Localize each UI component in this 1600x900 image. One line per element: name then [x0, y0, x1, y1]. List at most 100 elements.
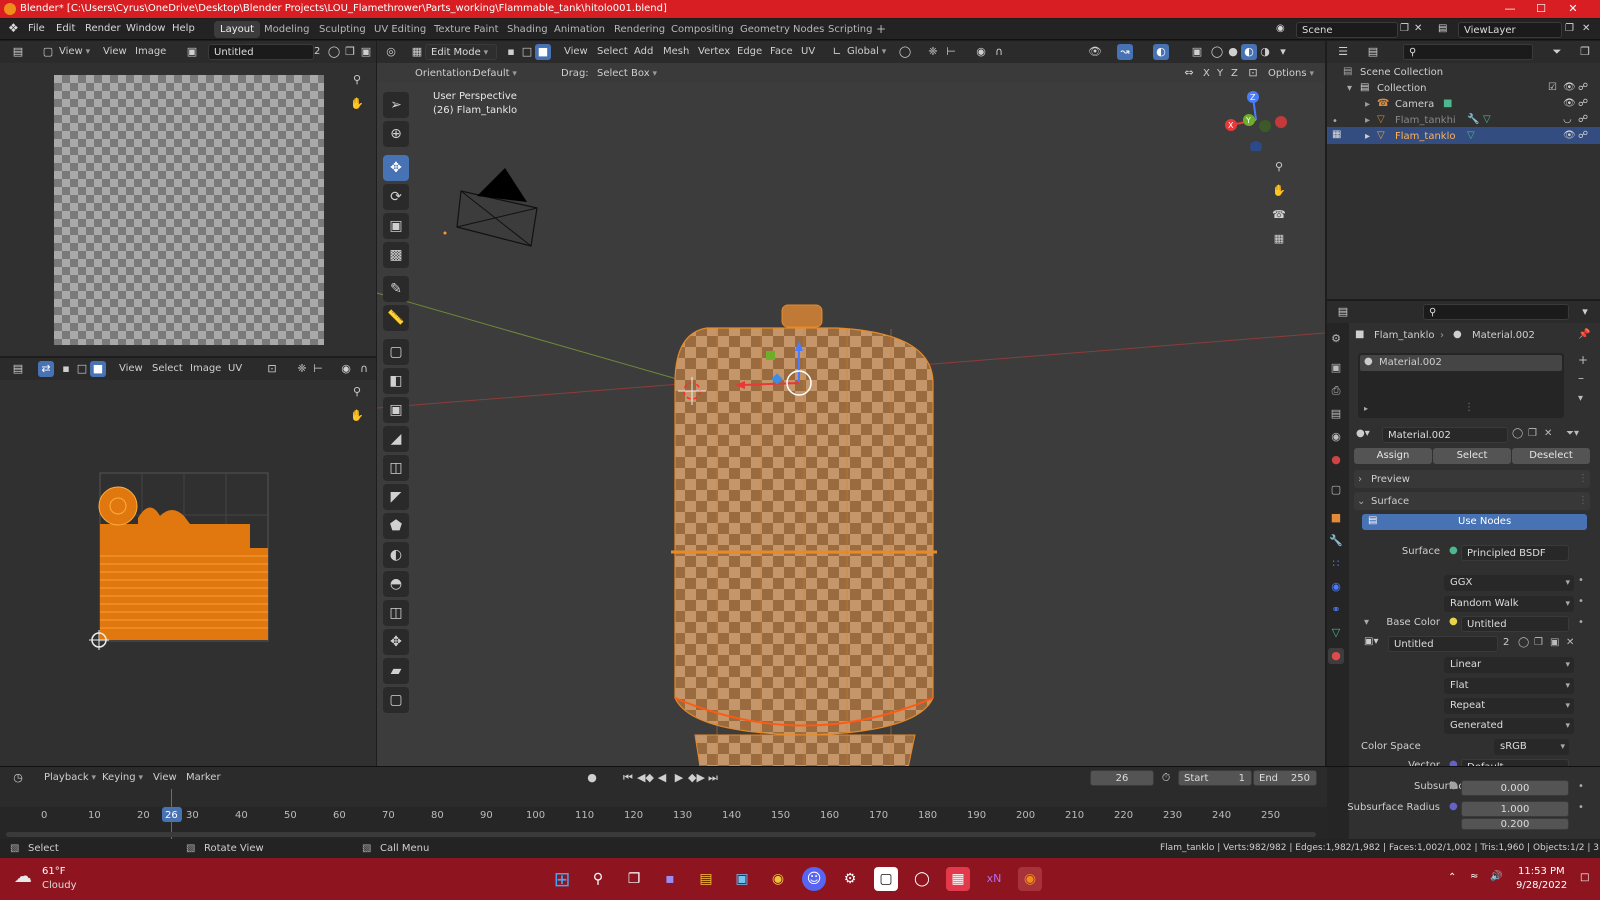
collection-expand-icon[interactable]: ▾ — [1347, 83, 1352, 94]
3d-viewport[interactable]: ◎ ▦ Edit Mode ▪ □ ■ View Select Add Mesh… — [377, 41, 1325, 766]
shrink-fatten-icon[interactable]: ✥ — [383, 629, 409, 655]
zoom-icon[interactable]: ⚲ — [1271, 159, 1287, 175]
view-mode-dropdown[interactable]: View — [59, 46, 90, 57]
store-icon[interactable]: ▣ — [730, 867, 754, 891]
mirror-icon[interactable]: ⇔ — [1181, 65, 1197, 81]
grid-toggle-icon[interactable]: ▦ — [1271, 231, 1287, 247]
fake-user-icon[interactable]: ◯ — [326, 44, 342, 60]
proportional-icon[interactable]: ◉ — [338, 361, 354, 377]
tab-texture-paint[interactable]: Texture Paint — [428, 21, 505, 38]
weather-cloud-icon[interactable]: ☁ — [14, 866, 32, 887]
jump-keyframe-back-icon[interactable]: ◀◆ — [637, 770, 654, 786]
menu-edit[interactable]: Edit — [56, 23, 75, 34]
transform-orientation-dropdown[interactable]: Global — [847, 46, 886, 57]
add-cube-icon[interactable]: ▢ — [383, 339, 409, 365]
output-tab-icon[interactable]: ⎙ — [1328, 383, 1344, 399]
view-layer-new-icon[interactable]: ❐ — [1565, 23, 1574, 34]
image-browse-icon[interactable]: ▣▾ — [1364, 636, 1378, 647]
weather-condition[interactable]: Cloudy — [42, 880, 76, 891]
vertex-select-icon[interactable]: ▪ — [58, 361, 74, 377]
extrude-icon[interactable]: ◧ — [383, 368, 409, 394]
collection-render-icon[interactable]: ☍ — [1578, 82, 1588, 93]
chrome-icon[interactable]: ◉ — [766, 867, 790, 891]
timeline-ruler[interactable] — [0, 789, 1327, 807]
tray-chevron-icon[interactable]: ⌃ — [1448, 872, 1456, 883]
menu-mesh[interactable]: Mesh — [663, 46, 689, 57]
interpolation-dropdown[interactable]: Linear — [1444, 657, 1574, 673]
keying-dropdown[interactable]: Keying — [102, 772, 143, 783]
volume-icon[interactable]: 🔊 — [1490, 871, 1502, 882]
move-tool-icon[interactable]: ✥ — [383, 155, 409, 181]
particles-tab-icon[interactable]: ∷ — [1328, 556, 1344, 572]
editor-type-icon[interactable]: ▤ — [10, 361, 26, 377]
menu-select[interactable]: Select — [597, 46, 628, 57]
subsurface-radius-y-field[interactable]: 0.200 — [1461, 818, 1569, 830]
zoom-icon[interactable]: ⚲ — [349, 72, 365, 88]
solid-shading-icon[interactable]: ● — [1225, 44, 1241, 60]
constraints-tab-icon[interactable]: ⚭ — [1328, 602, 1344, 618]
orientation-dropdown[interactable]: Default — [473, 68, 517, 79]
render-tab-icon[interactable]: ▣ — [1328, 360, 1344, 376]
menu-window[interactable]: Window — [126, 23, 165, 34]
menu-select[interactable]: Select — [152, 363, 183, 374]
material-browse-icon[interactable]: ●▾ — [1356, 428, 1370, 439]
image-canvas-checker[interactable] — [54, 75, 324, 345]
face-select-icon[interactable]: ■ — [535, 44, 551, 60]
poly-build-icon[interactable]: ⬟ — [383, 513, 409, 539]
loop-cut-icon[interactable]: ◫ — [383, 455, 409, 481]
close-button[interactable]: ✕ — [1560, 0, 1586, 18]
pivot-point-icon[interactable]: ◯ — [897, 44, 913, 60]
outliner-item-flam-tanklo[interactable]: Flam_tanklo — [1395, 131, 1455, 142]
tanklo-expand-icon[interactable]: ▸ — [1365, 131, 1370, 142]
scene-selector[interactable]: Scene — [1296, 22, 1398, 38]
list-resize-handle-icon[interactable]: ⋮ — [1464, 402, 1474, 413]
menu-image[interactable]: Image — [135, 46, 166, 57]
steam-icon[interactable]: ⚙ — [838, 867, 862, 891]
timeline-scrollbar[interactable] — [6, 832, 1316, 837]
image-name-field[interactable]: Untitled — [208, 44, 314, 60]
xnormal-icon[interactable]: xN — [982, 867, 1006, 891]
transform-orientation-icon[interactable]: ∟ — [829, 44, 845, 60]
blender-taskbar-icon[interactable]: ◉ — [1018, 867, 1042, 891]
material-tab-icon[interactable]: ● — [1328, 648, 1344, 664]
menu-edge[interactable]: Edge — [737, 46, 762, 57]
physics-tab-icon[interactable]: ◉ — [1328, 579, 1344, 595]
menu-uv[interactable]: UV — [228, 363, 242, 374]
mirror-y[interactable]: Y — [1217, 68, 1223, 79]
image-new-icon[interactable]: ❐ — [1534, 637, 1543, 648]
subsurface-method-keyframe-icon[interactable]: • — [1578, 596, 1584, 607]
tanklo-render-icon[interactable]: ☍ — [1578, 130, 1588, 141]
world-tab-icon[interactable]: ● — [1328, 452, 1344, 468]
collection-checkbox-icon[interactable]: ☑ — [1548, 82, 1557, 93]
duplicate-material-icon[interactable]: ❐ — [1528, 428, 1537, 439]
notification-icon[interactable]: □ — [1580, 872, 1589, 883]
menu-render[interactable]: Render — [85, 23, 121, 34]
tab-geometry-nodes[interactable]: Geometry Nodes — [734, 21, 830, 38]
deselect-button[interactable]: Deselect — [1512, 448, 1590, 464]
editor-type-icon[interactable]: ◷ — [10, 770, 26, 786]
start-frame-field[interactable]: Start 1 — [1178, 770, 1252, 786]
maximize-button[interactable]: ☐ — [1528, 0, 1554, 18]
wireframe-shading-icon[interactable]: ◯ — [1209, 44, 1225, 60]
open-image-icon[interactable]: ▣ — [358, 44, 374, 60]
distribution-dropdown[interactable]: GGX — [1444, 575, 1574, 591]
end-frame-field[interactable]: End 250 — [1253, 770, 1317, 786]
discord-icon[interactable]: ☺ — [802, 867, 826, 891]
slot-list-expand-icon[interactable]: ▸ — [1364, 404, 1368, 413]
object-tab-icon[interactable]: ■ — [1328, 510, 1344, 526]
edit-mode-icon[interactable]: ▦ — [409, 44, 425, 60]
current-frame-field[interactable]: 26 — [1090, 770, 1154, 786]
camera-render-icon[interactable]: ☍ — [1578, 98, 1588, 109]
navigation-gizmo[interactable] — [1225, 89, 1287, 151]
task-view-icon[interactable]: ❐ — [622, 867, 646, 891]
image-name-field[interactable]: Untitled — [1388, 636, 1498, 652]
select-button[interactable]: Select — [1433, 448, 1511, 464]
base-color-keyframe-icon[interactable]: • — [1578, 617, 1584, 628]
shear-icon[interactable]: ▰ — [383, 658, 409, 684]
minimize-button[interactable]: — — [1497, 0, 1523, 18]
rotate-tool-icon[interactable]: ⟳ — [383, 184, 409, 210]
tab-animation[interactable]: Animation — [548, 21, 611, 38]
vertex-select-icon[interactable]: ▪ — [503, 44, 519, 60]
assign-button[interactable]: Assign — [1354, 448, 1432, 464]
distribution-keyframe-icon[interactable]: • — [1578, 575, 1584, 586]
